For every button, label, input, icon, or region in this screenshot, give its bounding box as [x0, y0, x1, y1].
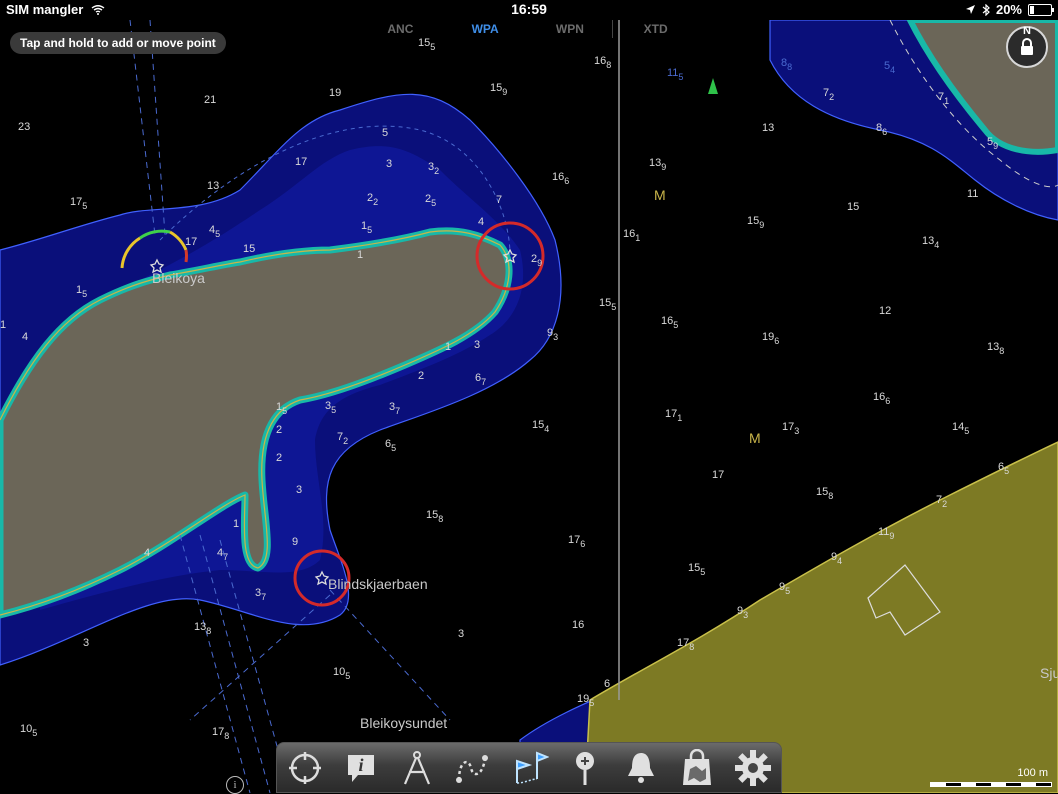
svg-text:i: i — [358, 755, 363, 775]
alarms-button[interactable] — [619, 746, 663, 790]
nav-data-tabs: ANC WPA WPN XTD — [358, 20, 698, 38]
info-button[interactable]: i — [226, 776, 244, 794]
battery-icon — [1028, 3, 1054, 16]
depth-sounding: 17 — [295, 156, 307, 168]
compass-lock-button[interactable]: N — [1006, 25, 1048, 68]
tab-anc[interactable]: ANC — [358, 20, 443, 38]
depth-sounding: 4 — [478, 216, 484, 228]
bluetooth-icon — [982, 3, 990, 16]
depth-sounding: 13 — [207, 180, 219, 192]
route-icon — [456, 754, 488, 783]
carrier-label: SIM mangler — [6, 2, 105, 17]
info-icon: i — [348, 754, 374, 782]
depth-sounding: 16 — [572, 619, 584, 631]
depth-sounding: 9 — [292, 536, 298, 548]
settings-gear-icon — [735, 749, 771, 786]
clock: 16:59 — [511, 1, 547, 17]
lock-icon — [1021, 38, 1033, 55]
compass-divider-icon — [403, 750, 431, 784]
measure-button[interactable] — [395, 746, 439, 790]
waypoints-button[interactable] — [507, 746, 551, 790]
route-button[interactable] — [451, 746, 495, 790]
depth-sounding: 15 — [847, 201, 859, 213]
tab-wpa[interactable]: WPA — [443, 20, 528, 38]
depth-sounding: 1 — [357, 249, 363, 261]
depth-sounding: 5 — [382, 127, 388, 139]
depth-sounding: 3 — [474, 339, 480, 351]
scale-label: 100 m — [1017, 767, 1048, 779]
depth-sounding: 17 — [712, 469, 724, 481]
depth-sounding: 17 — [185, 236, 197, 248]
depth-sounding: 7 — [496, 194, 502, 206]
pin-button[interactable] — [563, 746, 607, 790]
location-arrow-icon — [965, 5, 975, 14]
scale-bar: 100 m — [930, 767, 1052, 789]
status-bar: SIM mangler 16:59 20% — [0, 0, 1058, 20]
tab-wpn[interactable]: WPN — [528, 20, 613, 38]
bottom-toolbar: i — [276, 742, 782, 793]
depth-sounding: 3 — [386, 158, 392, 170]
status-right: 20% — [965, 2, 1054, 17]
depth-sounding: 3 — [83, 637, 89, 649]
gps-locate-button[interactable] — [283, 746, 327, 790]
scale-ruler — [930, 782, 1052, 787]
depth-sounding: 13 — [762, 122, 774, 134]
waypoint-flags-icon — [516, 751, 549, 784]
marker-m: M — [749, 430, 761, 446]
depth-sounding: 2 — [418, 370, 424, 382]
depth-sounding: 1 — [233, 518, 239, 530]
place-label-bleikoysundet: Bleikoysundet — [360, 715, 448, 731]
depth-sounding: 1 — [0, 319, 6, 331]
settings-button[interactable] — [731, 746, 775, 790]
depth-sounding: 2 — [276, 424, 282, 436]
place-label-sju: Sju — [1040, 665, 1058, 681]
place-pin-icon — [576, 751, 594, 785]
place-label-bleikoya: Bleikoya — [152, 270, 205, 286]
chart-store-icon — [683, 748, 711, 785]
marker-m: M — [654, 187, 666, 203]
depth-sounding: 4 — [144, 547, 150, 559]
info-tool-button[interactable]: i — [339, 746, 383, 790]
depth-sounding: 3 — [296, 484, 302, 496]
hint-banner: Tap and hold to add or move point — [10, 32, 226, 54]
depth-sounding: 6 — [604, 678, 610, 690]
depth-sounding: 12 — [879, 305, 891, 317]
depth-sounding: 19 — [329, 87, 341, 99]
depth-sounding: 1 — [445, 341, 451, 353]
chart-store-button[interactable] — [675, 746, 719, 790]
wifi-icon — [91, 5, 105, 15]
battery-percent: 20% — [995, 2, 1022, 17]
depth-sounding: 15 — [243, 243, 255, 255]
depth-sounding: 23 — [18, 121, 30, 133]
tab-xtd[interactable]: XTD — [613, 20, 698, 38]
place-label-blindskjaerbaen: Blindskjaerbaen — [328, 576, 428, 592]
depth-sounding: 21 — [204, 94, 216, 106]
nautical-chart[interactable]: 23211915516815911588 547213 8671517 3 321391… — [0, 0, 1058, 793]
depth-sounding: 11 — [967, 188, 978, 200]
alarm-bell-icon — [628, 752, 654, 783]
north-label: N — [1023, 25, 1031, 37]
gps-locate-icon — [289, 751, 321, 784]
depth-sounding: 4 — [22, 331, 28, 343]
depth-sounding: 3 — [458, 628, 464, 640]
depth-sounding: 2 — [276, 452, 282, 464]
